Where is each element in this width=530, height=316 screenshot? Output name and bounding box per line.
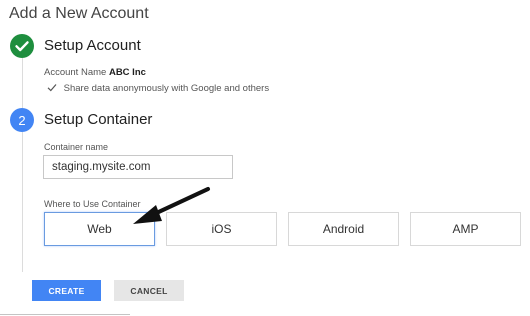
share-data-row: Share data anonymously with Google and o… [47,83,269,94]
annotation-arrow-icon [133,187,210,224]
container-name-input[interactable]: staging.mysite.com [43,155,233,179]
platform-option-android[interactable]: Android [288,212,399,246]
step-number-badge: 2 [10,108,34,132]
stepper-connector [22,132,23,272]
account-name-label: Account Name [44,67,107,78]
share-data-text: Share data anonymously with Google and o… [63,83,270,94]
stepper-connector [22,58,23,108]
divider [0,314,130,315]
container-name-label: Container name [44,142,109,152]
account-name-row: Account Name ABC Inc [44,67,146,78]
page-title: Add a New Account [9,5,149,22]
step-title-setup-account: Setup Account [44,37,141,54]
account-name-value: ABC Inc [108,67,146,78]
step-complete-icon [10,34,34,58]
step-title-setup-container: Setup Container [44,111,153,128]
cancel-button[interactable]: CANCEL [114,280,184,301]
check-icon [47,83,57,92]
platform-option-amp[interactable]: AMP [410,212,521,246]
create-button[interactable]: CREATE [32,280,101,301]
